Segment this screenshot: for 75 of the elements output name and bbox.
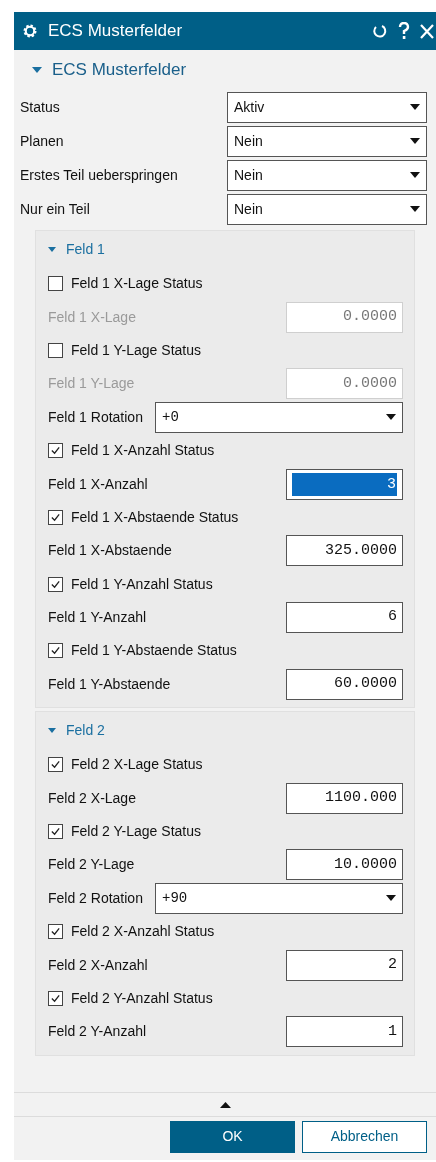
- checkbox-label: Feld 1 Y-Anzahl Status: [71, 574, 213, 594]
- checkbox-label: Feld 1 Y-Lage Status: [71, 340, 201, 360]
- caret-icon[interactable]: [410, 172, 420, 178]
- field-label: Feld 2 X-Anzahl: [48, 955, 149, 975]
- number-field[interactable]: 6: [286, 602, 403, 634]
- dropdown[interactable]: Aktiv: [227, 91, 427, 123]
- field-label: Feld 1 X-Abstaende: [48, 541, 173, 561]
- check-icon: [50, 926, 61, 938]
- caret-icon[interactable]: [386, 414, 396, 421]
- checkbox[interactable]: [48, 824, 63, 840]
- number-field[interactable]: 1: [286, 1016, 403, 1048]
- caret-icon[interactable]: [410, 138, 420, 144]
- field-label: Feld 1 Y-Abstaende: [48, 674, 172, 694]
- checkbox-label: Feld 2 X-Lage Status: [71, 755, 203, 775]
- check-icon: [50, 511, 61, 523]
- checkbox[interactable]: [48, 924, 63, 940]
- checkbox-label: Feld 2 X-Anzahl Status: [71, 922, 215, 942]
- group-title[interactable]: Feld 2: [66, 719, 105, 741]
- checkbox[interactable]: [48, 576, 63, 592]
- field-label: Feld 1 Y-Lage: [48, 374, 136, 394]
- check-icon: [50, 826, 61, 838]
- check-icon: [50, 445, 61, 457]
- checkbox-label: Feld 1 Y-Abstaende Status: [71, 641, 237, 661]
- field-label: Feld 2 X-Lage: [48, 788, 137, 808]
- dropdown[interactable]: +90: [155, 882, 403, 914]
- caret-icon[interactable]: [410, 206, 420, 212]
- field-label: Feld 1 Rotation: [48, 407, 144, 427]
- dropdown[interactable]: Nein: [227, 125, 427, 157]
- caret-icon[interactable]: [386, 895, 396, 902]
- field-label: Feld 2 Y-Lage: [48, 855, 136, 875]
- number-field[interactable]: 2: [286, 949, 403, 981]
- field-label: Feld 2 Rotation: [48, 888, 144, 908]
- checkbox-label: Feld 2 Y-Anzahl Status: [71, 989, 213, 1008]
- field-label: Feld 1 X-Anzahl: [48, 474, 149, 494]
- checkbox[interactable]: [48, 757, 63, 773]
- field-label: Planen: [20, 131, 65, 151]
- section-title[interactable]: ECS Musterfelder: [52, 57, 187, 83]
- checkbox[interactable]: [48, 643, 63, 659]
- dropdown[interactable]: +0: [155, 401, 403, 433]
- ok-button[interactable]: OK: [170, 1120, 295, 1153]
- checkbox[interactable]: [48, 276, 63, 292]
- number-field[interactable]: 3: [286, 468, 403, 500]
- dropdown[interactable]: Nein: [227, 159, 427, 191]
- check-icon: [50, 645, 61, 657]
- checkbox-label: Feld 1 X-Lage Status: [71, 274, 203, 294]
- checkbox[interactable]: [48, 991, 63, 1006]
- check-icon: [50, 578, 61, 590]
- collapse-arrow-icon[interactable]: [219, 1101, 231, 1108]
- close-icon[interactable]: [420, 23, 434, 39]
- number-field[interactable]: 1100.000: [286, 782, 403, 814]
- checkbox[interactable]: [48, 342, 63, 358]
- number-field[interactable]: 10.0000: [286, 849, 403, 881]
- cancel-button[interactable]: Abbrechen: [302, 1120, 427, 1153]
- gear-icon: [22, 23, 38, 39]
- number-field[interactable]: 325.0000: [286, 535, 403, 567]
- number-field[interactable]: 60.0000: [286, 668, 403, 700]
- field-label: Feld 2 Y-Anzahl: [48, 1022, 148, 1042]
- check-icon: [50, 993, 61, 1004]
- checkbox-label: Feld 1 X-Abstaende Status: [71, 507, 239, 527]
- checkbox-label: Feld 1 X-Anzahl Status: [71, 441, 215, 461]
- reset-icon[interactable]: [372, 23, 388, 39]
- group-title[interactable]: Feld 1: [66, 238, 105, 260]
- caret-icon[interactable]: [410, 104, 420, 110]
- window-title: ECS Musterfelder: [48, 20, 183, 43]
- field-label: Nur ein Teil: [20, 199, 91, 219]
- field-label: Feld 1 X-Lage: [48, 307, 137, 327]
- field-label: Erstes Teil ueberspringen: [20, 165, 179, 185]
- check-icon: [50, 759, 61, 771]
- dropdown[interactable]: Nein: [227, 193, 427, 225]
- checkbox-label: Feld 2 Y-Lage Status: [71, 822, 201, 842]
- help-icon[interactable]: [398, 22, 410, 40]
- checkbox[interactable]: [48, 509, 63, 525]
- field-label: Feld 1 Y-Anzahl: [48, 608, 148, 628]
- field-label: Status: [20, 97, 61, 117]
- checkbox[interactable]: [48, 443, 63, 459]
